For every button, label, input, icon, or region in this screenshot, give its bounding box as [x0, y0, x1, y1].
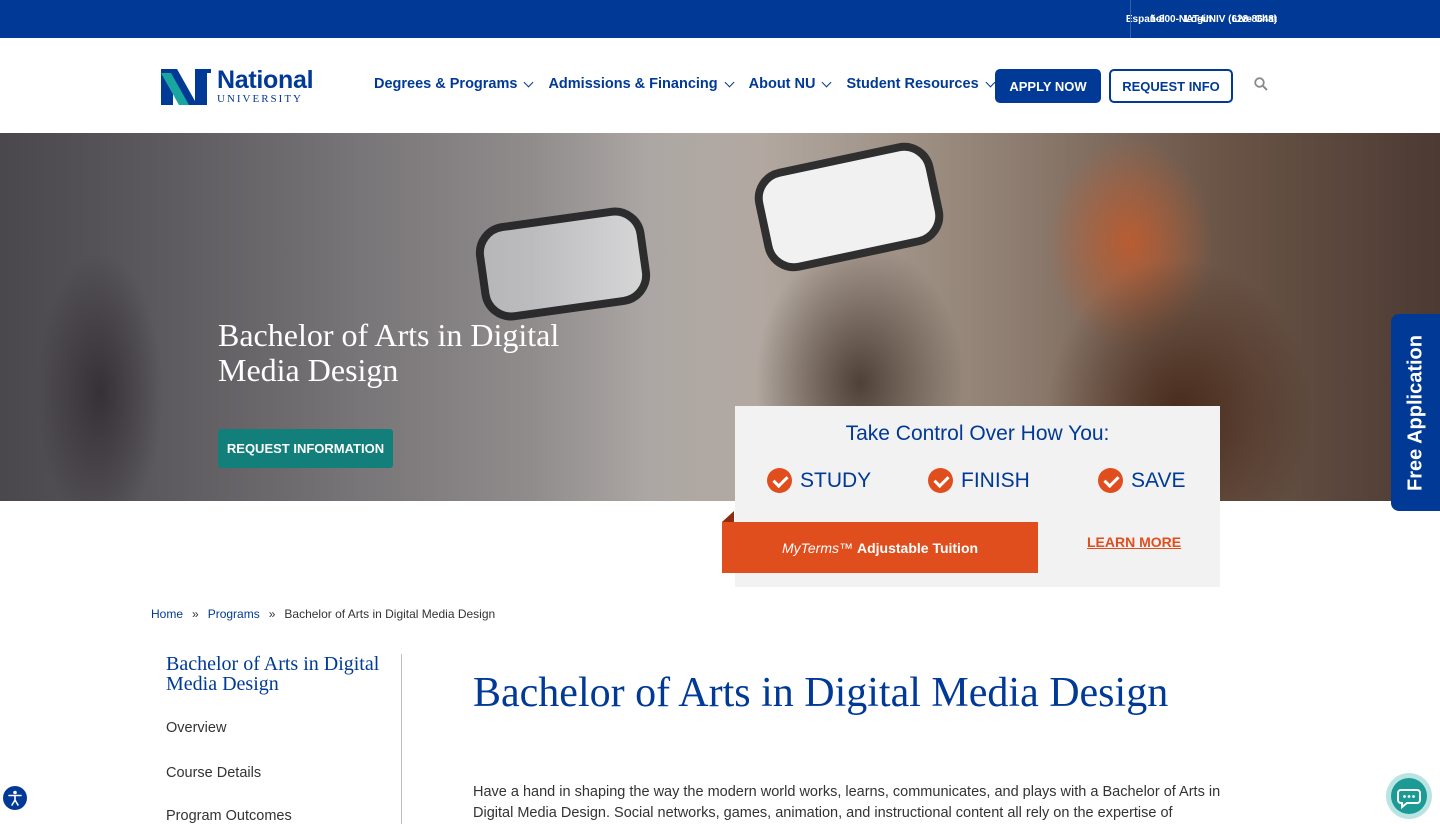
- main-header: National UNIVERSITY Degrees & Programs A…: [0, 38, 1440, 133]
- apply-now-button[interactable]: APPLY NOW: [995, 69, 1101, 103]
- chevron-down-icon: [724, 77, 735, 87]
- nav-admissions-financing[interactable]: Admissions & Financing: [548, 76, 735, 92]
- logo-text: National UNIVERSITY: [217, 66, 314, 105]
- promo-option-study: STUDY: [767, 468, 871, 493]
- promo-option-label: SAVE: [1131, 468, 1186, 492]
- nav-label: Admissions & Financing: [548, 76, 718, 92]
- free-application-label: Free Application: [1404, 334, 1426, 491]
- myterms-brand: MyTerms™: [781, 539, 853, 556]
- check-icon: [928, 468, 953, 493]
- sidebar-divider: [401, 654, 402, 824]
- utility-bar: Español Login Live Chat 1-800-NAT-UNIV (…: [0, 0, 1440, 38]
- breadcrumb-separator: »: [268, 607, 276, 621]
- chevron-down-icon: [524, 77, 534, 87]
- learn-more-link[interactable]: LEARN MORE: [1087, 534, 1181, 550]
- free-application-tab[interactable]: Free Application: [1391, 314, 1440, 511]
- accessibility-button[interactable]: [3, 786, 27, 810]
- hero-title: Bachelor of Arts in Digital Media Design: [218, 317, 560, 388]
- promo-option-label: STUDY: [800, 468, 872, 492]
- chat-bubble-icon: [1391, 778, 1427, 814]
- vr-headset-image: [749, 137, 949, 277]
- ribbon-fold: [722, 511, 734, 522]
- breadcrumb-separator: »: [192, 607, 199, 621]
- chevron-down-icon: [822, 77, 832, 87]
- breadcrumb-current: Bachelor of Arts in Digital Media Design: [284, 607, 496, 621]
- nav-label: About NU: [748, 76, 816, 92]
- request-information-button[interactable]: REQUEST INFORMATION: [218, 429, 393, 468]
- promo-heading: Take Control Over How You:: [845, 422, 1110, 445]
- logo[interactable]: National UNIVERSITY: [161, 66, 314, 105]
- nav-label: Student Resources: [846, 76, 979, 92]
- sidebar-item-overview[interactable]: Overview: [166, 720, 226, 736]
- logo-subtitle: UNIVERSITY: [217, 93, 303, 105]
- chat-button[interactable]: [1386, 773, 1432, 819]
- promo-option-finish: FINISH: [928, 468, 1030, 493]
- promo-option-label: FINISH: [961, 468, 1030, 492]
- check-icon: [1098, 468, 1123, 493]
- sidebar-item-program-outcomes[interactable]: Program Outcomes: [166, 808, 292, 824]
- request-info-button[interactable]: REQUEST INFO: [1109, 69, 1233, 103]
- phone-link[interactable]: 1-800-NAT-UNIV (628-8648): [1150, 0, 1277, 38]
- accessibility-icon: [8, 790, 22, 806]
- check-icon: [767, 468, 792, 493]
- utility-divider: [1130, 0, 1131, 38]
- breadcrumb-programs[interactable]: Programs: [208, 607, 260, 621]
- sidebar-title[interactable]: Bachelor of Arts in Digital Media Design: [166, 654, 381, 694]
- myterms-banner[interactable]: MyTerms™ Adjustable Tuition: [722, 511, 1038, 573]
- page-title: Bachelor of Arts in Digital Media Design: [473, 670, 1169, 716]
- sidebar-item-course-details[interactable]: Course Details: [166, 765, 261, 781]
- nav-student-resources[interactable]: Student Resources: [846, 76, 996, 92]
- search-icon[interactable]: [1254, 77, 1268, 91]
- main-nav: Degrees & Programs Admissions & Financin…: [374, 76, 1010, 92]
- nav-label: Degrees & Programs: [374, 76, 518, 92]
- nav-degrees-programs[interactable]: Degrees & Programs: [374, 76, 534, 92]
- logo-mark-icon: [161, 68, 211, 105]
- nav-about-nu[interactable]: About NU: [748, 76, 832, 92]
- myterms-tagline: Adjustable Tuition: [856, 539, 979, 556]
- logo-wordmark: National: [217, 66, 314, 94]
- chevron-down-icon: [985, 77, 996, 87]
- intro-paragraph: Have a hand in shaping the way the moder…: [473, 784, 1221, 821]
- hero-image: Bachelor of Arts in Digital Media Design…: [0, 133, 1440, 501]
- breadcrumb: Home » Programs » Bachelor of Arts in Di…: [151, 607, 495, 621]
- breadcrumb-home[interactable]: Home: [151, 607, 183, 621]
- promo-option-save: SAVE: [1098, 468, 1185, 493]
